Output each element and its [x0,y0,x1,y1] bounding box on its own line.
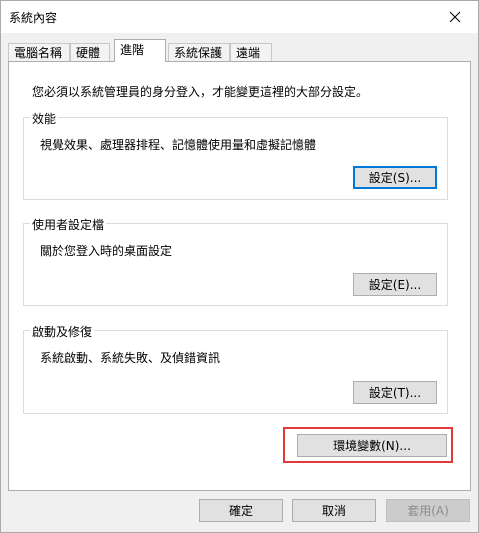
startup-recovery-group: 啟動及修復 系統啟動、系統失敗、及偵錯資訊 設定(T)... [23,323,448,414]
user-profile-group: 使用者設定檔 關於您登入時的桌面設定 設定(E)... [23,216,448,306]
startup-recovery-title: 啟動及修復 [30,323,95,340]
startup-recovery-settings-button[interactable]: 設定(T)... [353,381,437,404]
tab-strip: 電腦名稱 硬體 進階 系統保護 遠端 [8,39,472,62]
user-profile-title: 使用者設定檔 [30,216,107,233]
close-icon [449,11,461,23]
performance-title: 效能 [30,110,59,127]
performance-description: 視覺效果、處理器排程、記憶體使用量和虛擬記憶體 [40,138,317,152]
apply-button[interactable]: 套用(A) [386,499,470,522]
performance-group: 效能 視覺效果、處理器排程、記憶體使用量和虛擬記憶體 設定(S)... [23,110,448,200]
performance-settings-button[interactable]: 設定(S)... [353,166,437,189]
cancel-button[interactable]: 取消 [292,499,376,522]
startup-recovery-description: 系統啟動、系統失敗、及偵錯資訊 [40,351,221,365]
admin-notice: 您必須以系統管理員的身分登入，才能變更這裡的大部分設定。 [32,85,369,99]
tab-remote[interactable]: 遠端 [230,43,272,61]
user-profile-description: 關於您登入時的桌面設定 [40,244,173,258]
title-bar: 系統內容 [1,1,478,33]
window-title: 系統內容 [9,11,58,25]
tab-computer-name[interactable]: 電腦名稱 [8,43,70,61]
tab-hardware[interactable]: 硬體 [70,43,110,61]
close-button[interactable] [432,1,478,33]
system-properties-window: 系統內容 電腦名稱 硬體 進階 系統保護 遠端 您必須以系統管理員的身分登入，才… [0,0,479,533]
ok-button[interactable]: 確定 [199,499,283,522]
tab-advanced[interactable]: 進階 [114,39,166,62]
user-profile-settings-button[interactable]: 設定(E)... [353,273,437,296]
tab-system-protection[interactable]: 系統保護 [168,43,230,61]
highlight-box [283,427,453,463]
